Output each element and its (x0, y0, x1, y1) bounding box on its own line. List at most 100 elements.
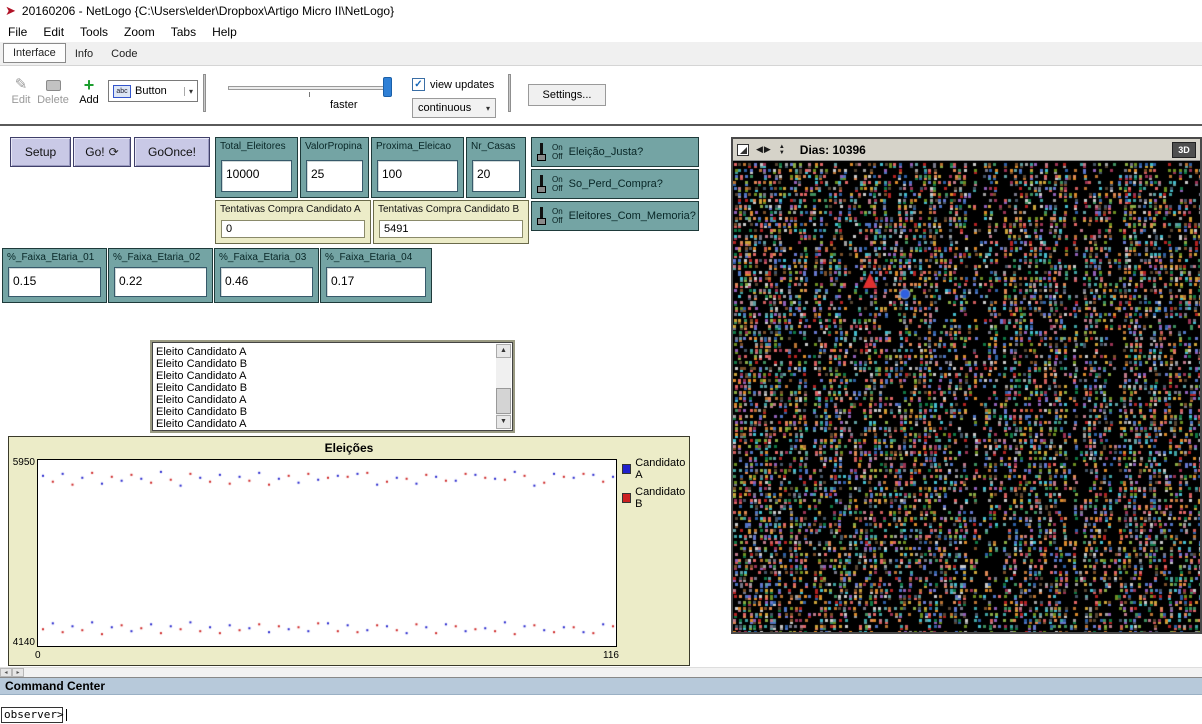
menu-help[interactable]: Help (204, 23, 245, 41)
output-line: Eleito Candidato B (156, 382, 493, 394)
horizontal-arrows-icon[interactable]: ◀▶ (756, 144, 772, 155)
tab-bar: Interface Info Code (0, 42, 1202, 66)
vertical-arrows-icon[interactable]: ▲ ▼ (779, 144, 785, 156)
plot-area (37, 459, 617, 647)
monitor-label: %_Faixa_Etaria_01 (7, 252, 102, 263)
output-line: Eleito Candidato B (156, 406, 493, 418)
tab-info[interactable]: Info (66, 45, 102, 63)
menu-edit[interactable]: Edit (35, 23, 72, 41)
monitor-label: Proxima_Eleicao (376, 141, 459, 152)
switch-eleicao-justa[interactable]: On Off Eleição_Justa? (531, 137, 699, 167)
scroll-down-icon[interactable]: ▼ (496, 415, 511, 429)
toggle-knob[interactable] (537, 154, 546, 161)
speed-slider-tick (309, 92, 310, 97)
output-line: Eleito Candidato A (156, 346, 493, 358)
monitor-label: Tentativas Compra Candidato B (378, 204, 524, 215)
observer-dropdown[interactable]: observer> (1, 707, 63, 723)
switch-off-label: Off (552, 216, 563, 225)
command-center: Command Center observer> (0, 677, 1202, 724)
plot-eleicoes: Eleições 5950 4140 0 116 Candidato A Can… (8, 436, 690, 666)
switch-on-label: On (552, 175, 563, 184)
output-line: Eleito Candidato A (156, 370, 493, 382)
view-updates-checkbox[interactable]: ✓ (412, 78, 425, 91)
legend-label: Candidato B (635, 486, 689, 510)
switch-off-label: Off (552, 184, 563, 193)
add-widget-label: Add (72, 94, 106, 106)
monitor-proxima-eleicao: Proxima_Eleicao 100 (371, 137, 464, 198)
window-title: 20160206 - NetLogo {C:\Users\elder\Dropb… (22, 4, 394, 18)
monitor-label: %_Faixa_Etaria_04 (325, 252, 427, 263)
switch-label: Eleição_Justa? (569, 146, 644, 158)
go-once-button[interactable]: GoOnce! (134, 137, 210, 167)
output-text: Eleito Candidato A Eleito Candidato B El… (156, 346, 493, 427)
menu-tabs[interactable]: Tabs (163, 23, 204, 41)
monitor-nr-casas: Nr_Casas 20 (466, 137, 526, 198)
on-off-labels: On Off (552, 143, 563, 161)
update-mode-dropdown[interactable]: continuous ▾ (412, 98, 496, 118)
switch-toggle[interactable] (537, 173, 546, 195)
legend-item-candidato-b: Candidato B (622, 486, 689, 510)
output-line: Eleito Candidato A (156, 418, 493, 427)
legend-swatch-candidato-b (622, 493, 631, 503)
plot-title: Eleições (9, 441, 689, 455)
delete-widget-button[interactable]: Delete (36, 76, 70, 106)
add-widget-button[interactable]: + Add (72, 76, 106, 106)
monitor-faixa-etaria-04: %_Faixa_Etaria_04 0.17 (320, 248, 432, 303)
horizontal-scrollbar[interactable]: ◂ ▸ (0, 667, 1202, 677)
go-button[interactable]: Go! ⟳ (73, 137, 131, 167)
go-button-label: Go! (85, 145, 104, 159)
title-bar: ➤ 20160206 - NetLogo {C:\Users\elder\Dro… (0, 0, 1202, 22)
chevron-down-icon: ▾ (486, 104, 490, 113)
monitor-total-eleitores: Total_Eleitores 10000 (215, 137, 298, 198)
switch-toggle[interactable] (537, 141, 546, 163)
toggle-knob[interactable] (537, 218, 546, 225)
monitor-tentativas-b: Tentativas Compra Candidato B 5491 (373, 200, 529, 244)
monitor-label: Nr_Casas (471, 141, 521, 152)
scroll-right-icon[interactable]: ▸ (12, 668, 24, 677)
setup-button-label: Setup (25, 145, 56, 159)
output-scrollbar[interactable]: ▲ ▼ (496, 344, 511, 429)
monitor-label: %_Faixa_Etaria_02 (113, 252, 208, 263)
toggle-knob[interactable] (537, 186, 546, 193)
menu-file[interactable]: File (0, 23, 35, 41)
scroll-left-icon[interactable]: ◂ (0, 668, 12, 677)
tab-code[interactable]: Code (102, 45, 146, 63)
speed-slider-thumb[interactable] (383, 77, 392, 97)
interface-toolbar: ✎ Edit Delete + Add abc Button ▾ faster … (0, 66, 1202, 126)
output-widget: Eleito Candidato A Eleito Candidato B El… (150, 340, 515, 433)
y-axis-min-label: 4140 (10, 637, 35, 648)
settings-button[interactable]: Settings... (528, 84, 606, 106)
edit-view-icon[interactable] (737, 144, 749, 156)
update-mode-value: continuous (418, 102, 471, 114)
widget-type-chooser[interactable]: abc Button ▾ (108, 80, 198, 102)
world-canvas[interactable] (733, 161, 1200, 632)
scrollbar-thumb[interactable] (496, 388, 511, 414)
chevron-down-icon: ▾ (184, 87, 193, 96)
switch-on-label: On (552, 143, 563, 152)
monitor-valor-propina: ValorPropina 25 (300, 137, 369, 198)
switch-eleitores-com-memoria[interactable]: On Off Eleitores_Com_Memoria? (531, 201, 699, 231)
view-3d-button[interactable]: 3D (1172, 142, 1196, 158)
monitor-label: Total_Eleitores (220, 141, 293, 152)
menu-zoom[interactable]: Zoom (116, 23, 163, 41)
monitor-value: 10000 (221, 160, 292, 192)
monitor-value: 5491 (379, 220, 523, 238)
command-center-header[interactable]: Command Center (0, 678, 1202, 695)
tab-interface[interactable]: Interface (3, 43, 66, 63)
netlogo-window: ➤ 20160206 - NetLogo {C:\Users\elder\Dro… (0, 0, 1202, 724)
command-input-row: observer> (1, 706, 1201, 723)
on-off-labels: On Off (552, 207, 563, 225)
switch-toggle[interactable] (537, 205, 546, 227)
scroll-up-icon[interactable]: ▲ (496, 344, 511, 358)
legend-label: Candidato A (635, 457, 689, 481)
widget-type-value: Button (135, 85, 167, 97)
menu-tools[interactable]: Tools (72, 23, 116, 41)
edit-widget-button[interactable]: ✎ Edit (4, 76, 38, 106)
speed-slider-track[interactable] (228, 86, 392, 90)
monitor-faixa-etaria-01: %_Faixa_Etaria_01 0.15 (2, 248, 107, 303)
setup-button[interactable]: Setup (10, 137, 71, 167)
monitor-value: 100 (377, 160, 458, 192)
x-axis-max-label: 116 (603, 650, 619, 661)
switch-so-perd-compra[interactable]: On Off So_Perd_Compra? (531, 169, 699, 199)
command-input[interactable] (67, 707, 1201, 722)
